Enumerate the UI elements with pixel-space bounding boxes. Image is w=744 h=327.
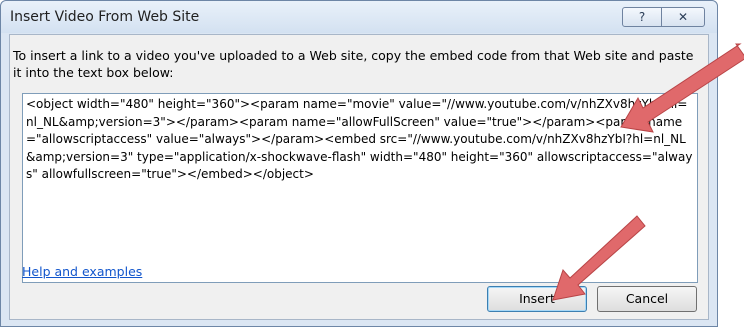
insert-button[interactable]: Insert (487, 286, 587, 312)
cancel-button[interactable]: Cancel (597, 286, 697, 312)
title-bar: Insert Video From Web Site ? ✕ (1, 1, 717, 33)
help-and-examples-link[interactable]: Help and examples (22, 264, 142, 279)
dialog-title: Insert Video From Web Site (10, 9, 200, 25)
close-button[interactable]: ✕ (661, 7, 705, 27)
instructions-text: To insert a link to a video you've uploa… (13, 48, 694, 80)
dialog-content: To insert a link to a video you've uploa… (9, 34, 709, 320)
insert-video-dialog: Insert Video From Web Site ? ✕ To insert… (0, 0, 718, 327)
help-button[interactable]: ? (622, 7, 662, 27)
embed-code-textbox[interactable]: <object width="480" height="360"><param … (22, 93, 698, 283)
embed-code-text[interactable]: <object width="480" height="360"><param … (23, 94, 697, 186)
